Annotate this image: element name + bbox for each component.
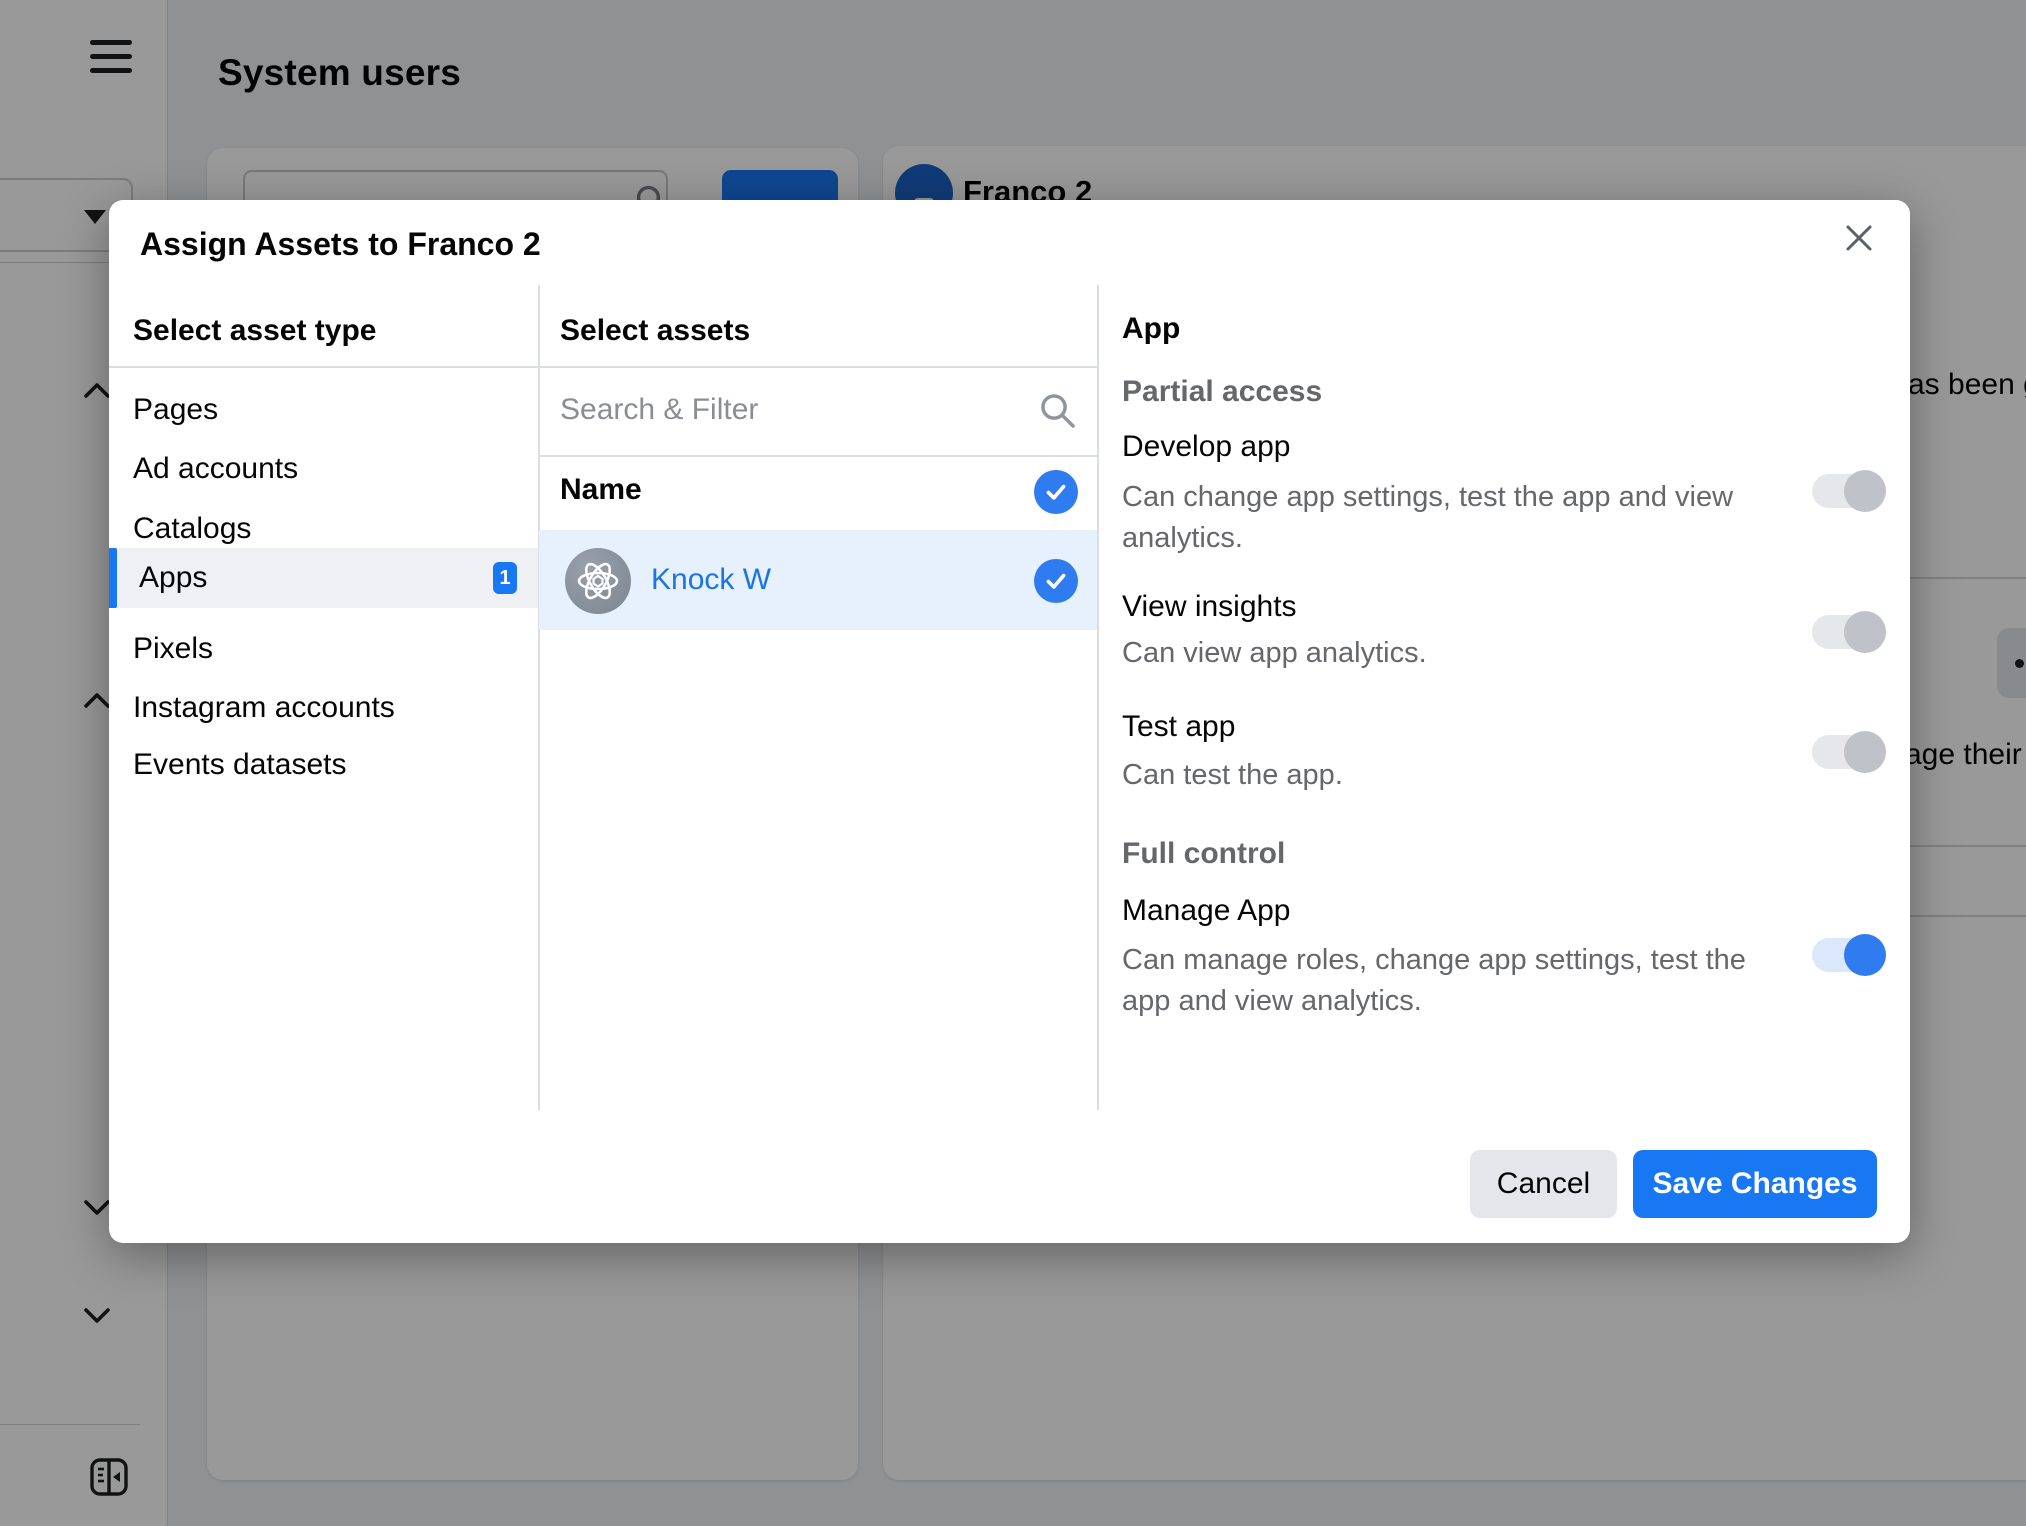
- dialog-title: Assign Assets to Franco 2: [140, 226, 541, 263]
- search-filter-input[interactable]: [560, 380, 960, 440]
- assets-list-header: Name: [560, 473, 642, 507]
- search-divider: [538, 455, 1097, 457]
- section-partial-access: Partial access: [1122, 375, 1322, 409]
- asset-type-header: Select asset type: [133, 314, 376, 348]
- asset-checkbox[interactable]: [1034, 559, 1078, 603]
- asset-type-events-datasets[interactable]: Events datasets: [109, 735, 538, 795]
- perm-manage-app-title: Manage App: [1122, 894, 1290, 928]
- toggle-knob: [1844, 731, 1886, 773]
- column-divider: [538, 285, 540, 1110]
- perm-develop-app-title: Develop app: [1122, 430, 1290, 464]
- asset-type-instagram-accounts[interactable]: Instagram accounts: [109, 678, 538, 738]
- perm-test-app-desc: Can test the app.: [1122, 755, 1772, 796]
- close-button[interactable]: [1835, 214, 1883, 262]
- toggle-knob: [1844, 934, 1886, 976]
- manage-app-toggle[interactable]: [1812, 938, 1884, 972]
- asset-name: Knock W: [651, 563, 771, 597]
- atom-icon: [574, 557, 622, 605]
- asset-type-ad-accounts[interactable]: Ad accounts: [109, 439, 538, 499]
- cancel-button[interactable]: Cancel: [1470, 1150, 1617, 1218]
- perm-manage-app-desc: Can manage roles, change app settings, t…: [1122, 940, 1772, 1022]
- permissions-header: App: [1122, 312, 1180, 346]
- check-icon: [1043, 568, 1069, 594]
- column-divider: [1097, 285, 1099, 1110]
- header-divider: [109, 366, 1097, 368]
- asset-type-pages[interactable]: Pages: [109, 380, 538, 440]
- search-icon: [1039, 392, 1077, 430]
- perm-view-insights-desc: Can view app analytics.: [1122, 633, 1772, 674]
- check-icon: [1043, 479, 1069, 505]
- close-icon: [1842, 221, 1876, 255]
- toggle-knob: [1844, 470, 1886, 512]
- toggle-knob: [1844, 611, 1886, 653]
- perm-develop-app-desc: Can change app settings, test the app an…: [1122, 477, 1772, 559]
- assets-header: Select assets: [560, 314, 750, 348]
- view-insights-toggle[interactable]: [1812, 615, 1884, 649]
- assign-assets-dialog: Assign Assets to Franco 2 Select asset t…: [109, 200, 1910, 1243]
- selected-indicator: [109, 548, 117, 608]
- asset-type-apps[interactable]: Apps 1: [109, 548, 538, 608]
- asset-type-pixels[interactable]: Pixels: [109, 619, 538, 679]
- apps-count-badge: 1: [493, 562, 517, 594]
- select-all-checkbox[interactable]: [1034, 470, 1078, 514]
- app-avatar: [565, 548, 631, 614]
- perm-view-insights-title: View insights: [1122, 590, 1297, 624]
- develop-app-toggle[interactable]: [1812, 474, 1884, 508]
- perm-test-app-title: Test app: [1122, 710, 1235, 744]
- section-full-control: Full control: [1122, 837, 1285, 871]
- save-changes-button[interactable]: Save Changes: [1633, 1150, 1877, 1218]
- test-app-toggle[interactable]: [1812, 735, 1884, 769]
